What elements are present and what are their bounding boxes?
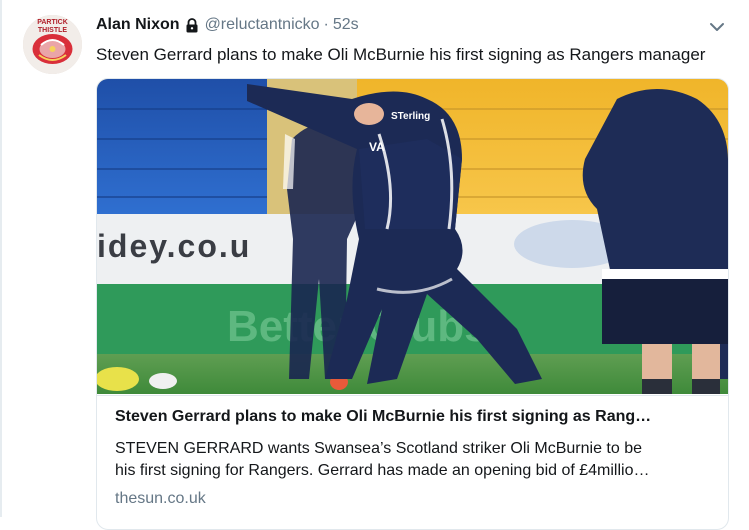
- tweet-text: Steven Gerrard plans to make Oli McBurni…: [96, 45, 706, 64]
- tweet-header: Alan Nixon @reluctantnicko · 52s: [96, 14, 359, 36]
- shirt-text-left: VA: [369, 140, 385, 154]
- separator-dot: ·: [323, 16, 329, 33]
- banner-text-left: idey.co.u: [97, 228, 251, 264]
- card-description: STEVEN GERRARD wants Swansea’s Scotland …: [115, 438, 715, 482]
- link-card[interactable]: idey.co.u Better Clubs: [96, 78, 729, 530]
- author-handle[interactable]: @reluctantnicko: [205, 16, 320, 34]
- author-name[interactable]: Alan Nixon: [96, 16, 180, 34]
- timestamp[interactable]: 52s: [333, 16, 359, 34]
- timeline-border: [0, 0, 2, 517]
- card-domain[interactable]: thesun.co.uk: [115, 490, 206, 508]
- avatar[interactable]: PARTICK THISTLE: [23, 15, 82, 74]
- lock-icon: [185, 17, 199, 33]
- chevron-down-icon[interactable]: [706, 16, 728, 38]
- card-body[interactable]: Steven Gerrard plans to make Oli McBurni…: [97, 395, 728, 529]
- badge-text-top: PARTICK: [37, 19, 68, 26]
- card-image: idey.co.u Better Clubs: [97, 79, 728, 394]
- shirt-text-sponsor: STerling: [391, 111, 430, 122]
- badge-text-bottom: THISTLE: [38, 27, 67, 34]
- tweet[interactable]: PARTICK THISTLE Alan Nixon @reluctantnic…: [0, 0, 749, 530]
- card-title[interactable]: Steven Gerrard plans to make Oli McBurni…: [115, 408, 713, 426]
- card-description-line: his first signing for Rangers. Gerrard h…: [115, 462, 650, 479]
- card-description-line: STEVEN GERRARD wants Swansea’s Scotland …: [115, 440, 643, 457]
- club-badge-image: PARTICK THISTLE: [23, 15, 82, 74]
